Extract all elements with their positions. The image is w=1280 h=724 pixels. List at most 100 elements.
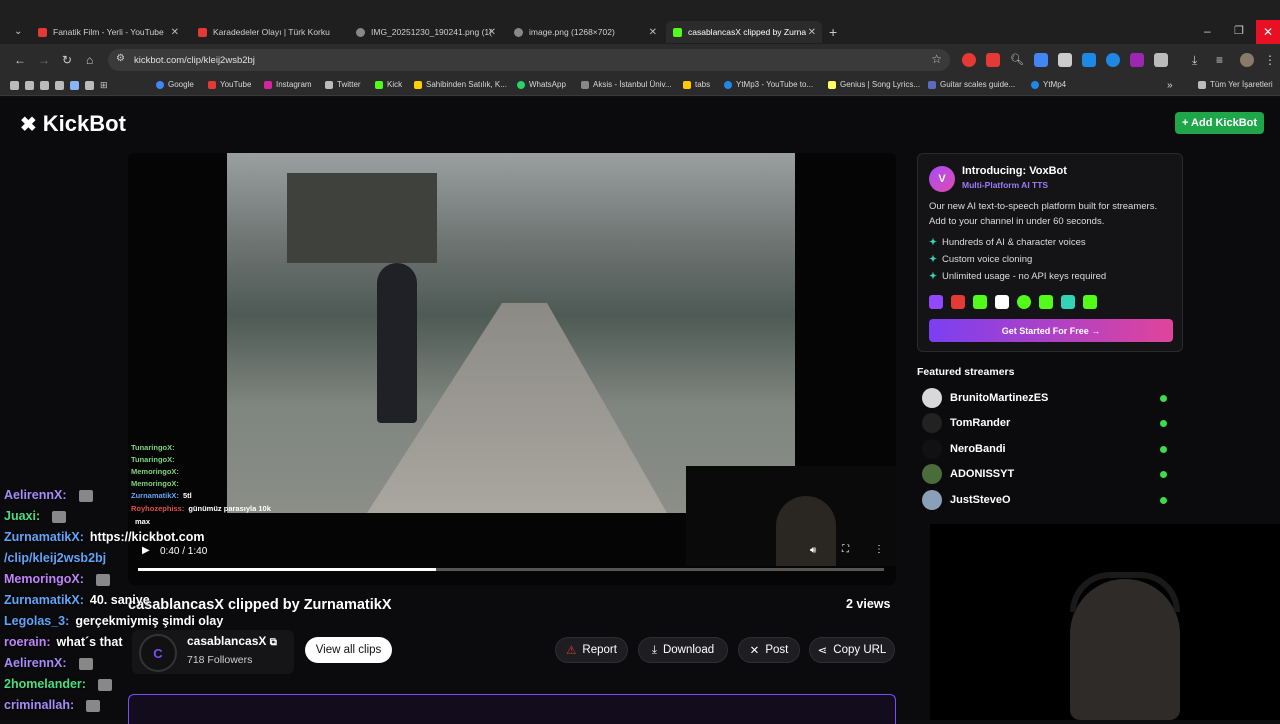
bookmark-star-icon[interactable]: ☆ xyxy=(931,52,942,66)
extensions-area: 🔍︎ xyxy=(962,53,1168,67)
folder-icon[interactable] xyxy=(85,81,94,90)
feature-item: ✦ Hundreds of AI & character voices xyxy=(929,237,1086,248)
back-icon[interactable]: ← xyxy=(14,53,26,67)
extension-icon[interactable] xyxy=(1082,53,1096,67)
streamer-item[interactable]: BrunitoMartinezES xyxy=(922,387,1172,409)
profile-avatar[interactable] xyxy=(1240,53,1254,67)
streamer-item[interactable]: ADONISSYT xyxy=(922,463,1172,485)
tab-label: Fanatik Film - Yerli - YouTube xyxy=(53,27,164,37)
folder-icon[interactable] xyxy=(25,81,34,90)
folder-icon[interactable] xyxy=(70,81,79,90)
extension-icon[interactable] xyxy=(986,53,1000,67)
folder-icon[interactable] xyxy=(10,81,19,90)
browser-tab[interactable]: Fanatik Film - Yerli - YouTube ✕ xyxy=(30,21,185,43)
video-chat-line: Royhozephiss: günümüz parasıyla 10k xyxy=(131,504,271,513)
restore-icon[interactable]: ❐ xyxy=(1234,24,1244,37)
channel-card[interactable]: C casablancasX ⧉ 718 Followers xyxy=(132,630,294,674)
streamer-item[interactable]: TomRander xyxy=(922,412,1172,434)
bookmark-instagram[interactable]: Instagram xyxy=(264,80,312,89)
copy-url-button[interactable]: ⋖ Copy URL xyxy=(809,637,895,663)
browser-tab-bar: ⌄ Fanatik Film - Yerli - YouTube ✕ Karad… xyxy=(0,0,1280,44)
voxbot-body: Our new AI text-to-speech platform built… xyxy=(929,201,1158,227)
extension-icon[interactable] xyxy=(1106,53,1120,67)
reload-icon[interactable]: ↻ xyxy=(62,53,72,67)
bookmark-ytmp3[interactable]: YtMp3 - YouTube to... xyxy=(724,80,813,89)
emote-icon xyxy=(78,489,93,502)
bookmark-genius[interactable]: Genius | Song Lyrics... xyxy=(828,80,920,89)
chat-username: Juaxi: xyxy=(4,509,41,523)
video-chat-line: max xyxy=(131,517,150,526)
menu-dots-icon[interactable]: ⋮ xyxy=(1264,53,1276,67)
folder-icon[interactable] xyxy=(40,81,49,90)
emote-icon xyxy=(52,510,67,523)
sparkle-icon: ✦ xyxy=(929,237,937,248)
featured-streamers-title: Featured streamers xyxy=(917,366,1015,378)
video-player[interactable]: TunaringoX: TunaringoX: MemoringoX: Memorin… xyxy=(128,153,896,585)
new-tab-icon[interactable]: + xyxy=(829,24,837,40)
channel-name[interactable]: casablancasX ⧉ xyxy=(187,634,277,648)
video-person xyxy=(377,263,417,423)
add-kickbot-button[interactable]: + Add KickBot xyxy=(1175,112,1264,134)
tab-search-icon[interactable]: ⌄ xyxy=(14,26,22,37)
browser-tab[interactable]: image.png (1268×702) ✕ xyxy=(508,21,663,43)
browser-tab[interactable]: IMG_20251230_190241.png (1( ✕ xyxy=(350,21,500,43)
adblock-extension-icon[interactable] xyxy=(962,53,976,67)
download-button[interactable]: ⤓ Download xyxy=(638,637,728,663)
view-all-clips-button[interactable]: View all clips xyxy=(305,637,392,663)
guitar-icon xyxy=(928,80,936,89)
more-options-icon[interactable]: ⋮ xyxy=(874,544,884,555)
browser-tab[interactable]: Karadedeler Olayı | Türk Korku xyxy=(190,21,345,43)
rocket-icon xyxy=(1061,295,1075,309)
clip-views: 2 views xyxy=(846,597,891,611)
more-bookmarks-icon[interactable]: » xyxy=(1167,80,1173,91)
zoom-icon[interactable]: 🔍︎ xyxy=(1010,53,1024,67)
extension-icon[interactable] xyxy=(1130,53,1144,67)
bookmark-ytmp4[interactable]: YtMp4 xyxy=(1031,80,1066,89)
apps-grid-icon[interactable]: ⊞ xyxy=(100,81,109,90)
close-tab-icon[interactable]: ✕ xyxy=(171,27,179,38)
bookmark-twitter[interactable]: Twitter xyxy=(325,80,361,89)
bookmark-kick[interactable]: Kick xyxy=(375,80,402,89)
minimize-icon[interactable]: – xyxy=(1204,24,1211,38)
post-button[interactable]: ✕ Post xyxy=(738,637,800,663)
shield-icon[interactable] xyxy=(1058,53,1072,67)
folder-icon[interactable] xyxy=(55,81,64,90)
report-button[interactable]: ⚠ Report xyxy=(555,637,628,663)
forward-icon[interactable]: → xyxy=(38,53,50,67)
translate-icon[interactable] xyxy=(1034,53,1048,67)
all-bookmarks[interactable]: Tüm Yer İşaretleri xyxy=(1198,80,1273,89)
bookmark-guitar[interactable]: Guitar scales guide... xyxy=(928,80,1015,89)
whatsapp-icon xyxy=(517,80,525,89)
close-tab-icon[interactable]: ✕ xyxy=(649,27,657,38)
media-icon[interactable]: ≡ xyxy=(1216,53,1223,67)
bookmark-whatsapp[interactable]: WhatsApp xyxy=(517,80,566,89)
bookmark-youtube[interactable]: YouTube xyxy=(208,80,251,89)
fullscreen-icon[interactable]: ⛶ xyxy=(842,544,849,555)
x-icon: ✕ xyxy=(749,645,760,657)
channel-name-text: casablancasX xyxy=(187,634,267,648)
kickbot-logo[interactable]: ✖ KickBot xyxy=(20,111,126,137)
emote-icon xyxy=(86,699,101,712)
bookmarks-bar: ⊞ Google YouTube Instagram Twitter Kick … xyxy=(0,76,1280,96)
channel-avatar[interactable]: C xyxy=(139,634,177,672)
puzzle-icon[interactable] xyxy=(1154,53,1168,67)
download-icon[interactable]: ⤓ xyxy=(1192,53,1197,68)
streamer-item[interactable]: NeroBandi xyxy=(922,438,1172,460)
get-started-button[interactable]: Get Started For Free → xyxy=(929,319,1173,342)
close-tab-icon[interactable]: ✕ xyxy=(808,27,816,38)
volume-icon[interactable]: 🔊︎ xyxy=(810,545,816,556)
url-input[interactable]: ⚙ kickbot.com/clip/kleij2wsb2bj ☆ xyxy=(108,49,950,71)
bookmark-google[interactable]: Google xyxy=(156,80,194,89)
bookmark-sahibinden[interactable]: Sahibinden Satılık, K... xyxy=(414,80,507,89)
bookmark-aksis[interactable]: Aksis - İstanbul Üniv... xyxy=(581,80,672,89)
bookmark-tabs[interactable]: tabs xyxy=(683,80,710,89)
play-icon[interactable]: ▶ xyxy=(142,545,150,556)
browser-tab-active[interactable]: casablancasX clipped by Zurna ✕ xyxy=(666,21,822,43)
chat-message: ZurnamatikX: 40. saniye xyxy=(4,593,150,607)
close-tab-icon[interactable]: ✕ xyxy=(488,27,496,38)
close-window-button[interactable]: ✕ xyxy=(1256,20,1280,44)
site-info-icon[interactable]: ⚙ xyxy=(116,53,125,64)
streamer-item[interactable]: JustSteveO xyxy=(922,489,1172,511)
home-icon[interactable]: ⌂ xyxy=(86,53,93,67)
video-progress-bar[interactable] xyxy=(138,568,884,571)
